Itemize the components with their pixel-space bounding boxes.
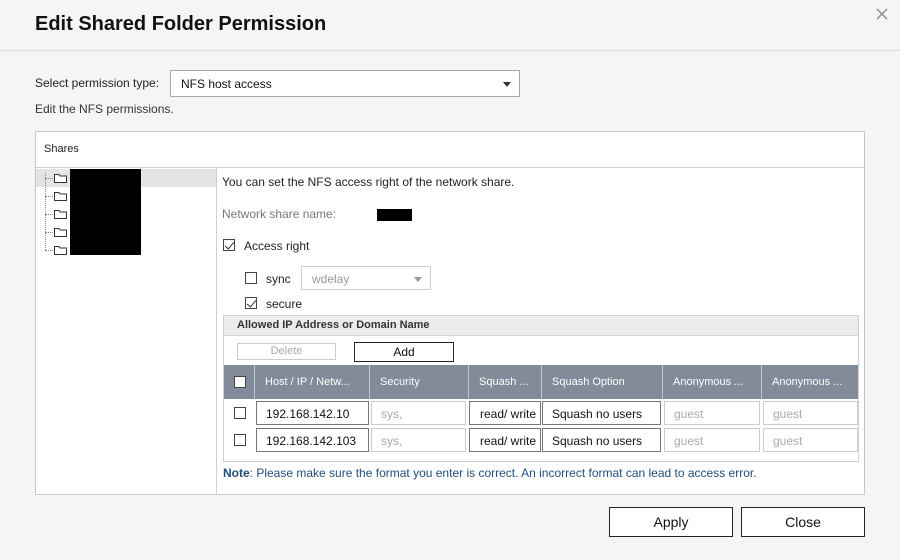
delete-button[interactable]: Delete <box>237 343 336 360</box>
row-checkbox[interactable] <box>234 434 246 446</box>
sync-label: sync <box>266 272 291 286</box>
shares-header: Shares <box>36 132 864 168</box>
note-text: : Please make sure the format you enter … <box>249 466 757 480</box>
squash-field[interactable]: read/ write <box>469 401 541 425</box>
chevron-down-icon <box>414 277 422 282</box>
folder-icon <box>54 228 67 237</box>
squash-option-field[interactable]: Squash no users <box>542 428 661 452</box>
folder-icon <box>54 192 67 201</box>
shares-header-label: Shares <box>44 143 79 155</box>
dialog-header: Edit Shared Folder Permission <box>0 0 900 51</box>
column-header-anonymous-gid[interactable]: Anonymous ... <box>762 365 858 399</box>
close-button[interactable]: Close <box>741 507 865 537</box>
permission-panel: Shares You can set the NFS access right … <box>35 131 865 495</box>
squash-field[interactable]: read/ write <box>469 428 541 452</box>
permission-type-value: NFS host access <box>181 77 272 91</box>
close-icon[interactable] <box>874 6 890 22</box>
squash-option-field[interactable]: Squash no users <box>542 401 661 425</box>
network-share-name-label: Network share name: <box>222 207 337 221</box>
anonymous-uid-field[interactable]: guest <box>664 428 760 452</box>
access-right-label: Access right <box>244 239 310 253</box>
column-header-security[interactable]: Security <box>370 365 469 399</box>
anonymous-gid-field[interactable]: guest <box>763 428 858 452</box>
tree-connector <box>45 250 53 251</box>
security-field[interactable]: sys, <box>371 428 466 452</box>
folder-icon <box>54 210 67 219</box>
folder-icon <box>54 174 67 183</box>
tree-connector <box>45 196 53 197</box>
table-row: 192.168.142.103 sys, read/ write Squash … <box>224 426 858 453</box>
format-note: Note: Please make sure the format you en… <box>223 466 757 480</box>
shares-tree <box>36 168 217 494</box>
permission-type-select[interactable]: NFS host access <box>170 70 520 97</box>
tree-connector <box>45 232 53 233</box>
anonymous-gid-field[interactable]: guest <box>763 401 858 425</box>
tree-connector <box>45 173 46 250</box>
secure-label: secure <box>266 297 303 311</box>
anonymous-uid-field[interactable]: guest <box>664 401 760 425</box>
add-button[interactable]: Add <box>354 342 454 362</box>
apply-button[interactable]: Apply <box>609 507 733 537</box>
chevron-down-icon <box>503 82 511 87</box>
allowed-hosts-title: Allowed IP Address or Domain Name <box>237 319 430 331</box>
access-right-checkbox[interactable] <box>223 239 235 251</box>
permission-type-label: Select permission type: <box>35 76 160 90</box>
tree-connector <box>45 214 53 215</box>
dialog-title: Edit Shared Folder Permission <box>35 13 327 35</box>
sync-checkbox[interactable] <box>245 272 257 284</box>
host-field[interactable]: 192.168.142.103 <box>256 428 369 452</box>
select-all-header <box>224 365 255 399</box>
note-prefix: Note <box>223 466 250 480</box>
security-field[interactable]: sys, <box>371 401 466 425</box>
row-checkbox[interactable] <box>234 407 246 419</box>
redacted-share-name <box>377 209 412 221</box>
table-row: 192.168.142.10 sys, read/ write Squash n… <box>224 399 858 426</box>
column-header-host[interactable]: Host / IP / Netw... <box>255 365 370 399</box>
nfs-settings: You can set the NFS access right of the … <box>218 168 864 494</box>
redacted-share-names <box>70 169 141 255</box>
secure-checkbox[interactable] <box>245 297 257 309</box>
tree-connector <box>45 178 53 179</box>
allowed-hosts-section: Allowed IP Address or Domain Name Delete… <box>223 315 859 462</box>
folder-icon <box>54 246 67 255</box>
select-all-checkbox[interactable] <box>234 376 246 388</box>
host-field[interactable]: 192.168.142.10 <box>256 401 369 425</box>
permission-description: Edit the NFS permissions. <box>35 102 174 116</box>
column-header-squash[interactable]: Squash ... <box>469 365 542 399</box>
nfs-intro-text: You can set the NFS access right of the … <box>222 175 515 189</box>
column-header-squash-option[interactable]: Squash Option <box>542 365 663 399</box>
sync-option-select[interactable]: wdelay <box>301 266 431 290</box>
allowed-hosts-header: Allowed IP Address or Domain Name <box>224 316 858 336</box>
sync-option-value: wdelay <box>312 272 350 286</box>
column-header-anonymous-uid[interactable]: Anonymous ... <box>663 365 762 399</box>
